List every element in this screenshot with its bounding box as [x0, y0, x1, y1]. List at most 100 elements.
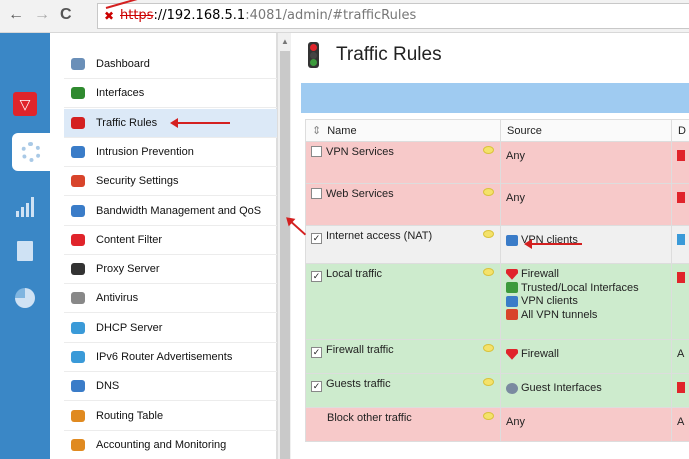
back-arrow-icon[interactable]: ← [8, 6, 24, 24]
rule-name-cell[interactable]: Block other traffic [305, 407, 501, 442]
comment-bubble-icon[interactable] [483, 230, 494, 238]
rule-destination-cell[interactable] [671, 141, 689, 184]
internet-icon [677, 234, 685, 245]
rule-destination-cell[interactable] [671, 373, 689, 408]
source-item: Trusted/Local Interfaces [506, 282, 666, 295]
firewall-icon [677, 192, 685, 203]
reload-icon[interactable]: C [60, 6, 72, 24]
menu-item-content-filter[interactable]: Content Filter [64, 226, 277, 255]
menu-item-label: Antivirus [96, 292, 139, 305]
rule-name-cell[interactable]: ✓ Local traffic [305, 263, 501, 340]
menu-item-security-settings[interactable]: Security Settings [64, 167, 277, 197]
scroll-thumb[interactable] [280, 51, 290, 459]
rule-destination-cell[interactable] [671, 263, 689, 340]
table-row[interactable]: ✓ Local traffic Firewall Trusted/Local Inte… [305, 263, 689, 340]
table-row[interactable]: Web Services Any [305, 183, 689, 226]
comment-bubble-icon[interactable] [483, 344, 494, 352]
menu-item-label: Dashboard [96, 58, 150, 70]
firewall-icon [677, 272, 685, 283]
rule-enabled-checkbox[interactable]: ✓ [311, 271, 322, 282]
source-item: Guest Interfaces [506, 382, 666, 395]
rule-source-cell[interactable]: Firewall [500, 339, 672, 374]
rule-name: Firewall traffic [326, 344, 394, 356]
rule-enabled-checkbox[interactable]: ✓ [311, 233, 322, 244]
dhcp-icon [69, 320, 87, 336]
menu-scrollbar[interactable]: ▲ [277, 33, 291, 459]
rule-destination-cell[interactable]: A [671, 407, 689, 442]
scroll-up-icon[interactable]: ▲ [281, 37, 289, 46]
menu-item-dashboard[interactable]: Dashboard [64, 50, 277, 79]
rule-name-cell[interactable]: ✓ Guests traffic [305, 373, 501, 408]
rule-name: Block other traffic [327, 412, 412, 424]
security-icon [69, 173, 87, 189]
firewall-icon [677, 150, 685, 161]
table-row[interactable]: VPN Services Any [305, 141, 689, 184]
rule-enabled-checkbox[interactable]: ✓ [311, 381, 322, 392]
comment-bubble-icon[interactable] [483, 268, 494, 276]
menu-item-accounting-and-monitoring[interactable]: Accounting and Monitoring [64, 431, 277, 459]
comment-bubble-icon[interactable] [483, 146, 494, 154]
source-label: VPN clients [521, 295, 578, 308]
gear-icon[interactable] [12, 133, 50, 171]
rule-name-cell[interactable]: Web Services [305, 183, 501, 226]
traffic-light-icon [308, 42, 319, 68]
table-row[interactable]: ✓ Guests traffic Guest Interfaces [305, 373, 689, 408]
menu-item-label: Accounting and Monitoring [96, 438, 227, 451]
menu-item-dhcp-server[interactable]: DHCP Server [64, 314, 277, 343]
comment-bubble-icon[interactable] [483, 188, 494, 196]
logo-icon[interactable]: ▽ [0, 85, 50, 123]
menu-item-label: DHCP Server [96, 321, 163, 334]
menu-item-label: Bandwidth Management and QoS [96, 204, 262, 217]
rule-destination-cell[interactable] [671, 183, 689, 226]
column-header-source[interactable]: Source [500, 119, 672, 142]
menu-item-dns[interactable]: DNS [64, 372, 277, 402]
url-text[interactable]: https://192.168.5.1:4081/admin/#trafficR… [120, 8, 416, 23]
pie-icon[interactable] [0, 279, 50, 317]
rule-source-cell[interactable]: Any [500, 407, 672, 442]
shield-icon [69, 144, 87, 160]
rule-destination-cell[interactable] [671, 225, 689, 264]
insecure-lock-icon[interactable]: ✖ [104, 9, 118, 23]
menu-item-ipv6-router-advertisements[interactable]: IPv6 Router Advertisements [64, 343, 277, 372]
menu-item-intrusion-prevention[interactable]: Intrusion Prevention [64, 138, 277, 167]
rule-source-cell[interactable]: Firewall Trusted/Local Interfaces VPN clie… [500, 263, 672, 340]
document-icon[interactable] [0, 232, 50, 270]
source-item: Any [506, 192, 666, 205]
rule-enabled-checkbox[interactable] [311, 188, 322, 199]
rule-enabled-checkbox[interactable]: ✓ [311, 347, 322, 358]
address-bar[interactable]: ✖ https://192.168.5.1:4081/admin/#traffi… [97, 0, 689, 29]
rule-name-cell[interactable]: ✓ Internet access (NAT) [305, 225, 501, 264]
menu-item-routing-table[interactable]: Routing Table [64, 402, 277, 431]
rule-name-cell[interactable]: ✓ Firewall traffic [305, 339, 501, 374]
rule-source-cell[interactable]: Any [500, 183, 672, 226]
table-row[interactable]: ✓ Firewall traffic Firewall A [305, 339, 689, 374]
rule-name-cell[interactable]: VPN Services [305, 141, 501, 184]
rule-name: Internet access (NAT) [326, 230, 433, 242]
source-label: Any [506, 192, 525, 205]
table-row[interactable]: Block other traffic Any A [305, 407, 689, 442]
annotation-arrow [170, 118, 230, 128]
source-label: Firewall [521, 268, 559, 281]
comment-bubble-icon[interactable] [483, 378, 494, 386]
menu-item-interfaces[interactable]: Interfaces [64, 79, 277, 109]
menu-item-label: Interfaces [96, 87, 145, 100]
interfaces-icon [506, 282, 518, 294]
menu-item-proxy-server[interactable]: Proxy Server [64, 255, 277, 285]
table-row[interactable]: ✓ Internet access (NAT) VPN clients [305, 225, 689, 264]
column-header-destination[interactable]: D [671, 119, 689, 142]
column-header-name[interactable]: ⇕ Name [305, 119, 501, 142]
comment-bubble-icon[interactable] [483, 412, 494, 420]
source-label: Guest Interfaces [521, 382, 602, 395]
rule-source-cell[interactable]: Any [500, 141, 672, 184]
rule-source-cell[interactable]: Guest Interfaces [500, 373, 672, 408]
menu-item-bandwidth-management-and-qos[interactable]: Bandwidth Management and QoS [64, 197, 277, 226]
dns-icon [69, 378, 87, 394]
forward-arrow-icon[interactable]: → [34, 6, 50, 24]
funnel-icon [69, 232, 87, 248]
rule-enabled-checkbox[interactable] [311, 146, 322, 157]
menu-item-antivirus[interactable]: Antivirus [64, 284, 277, 314]
rule-destination-cell[interactable]: A [671, 339, 689, 374]
table-header-row: ⇕ Name Source D [305, 119, 689, 142]
bars-icon[interactable] [0, 188, 50, 226]
menu-item-label: Routing Table [96, 409, 164, 422]
